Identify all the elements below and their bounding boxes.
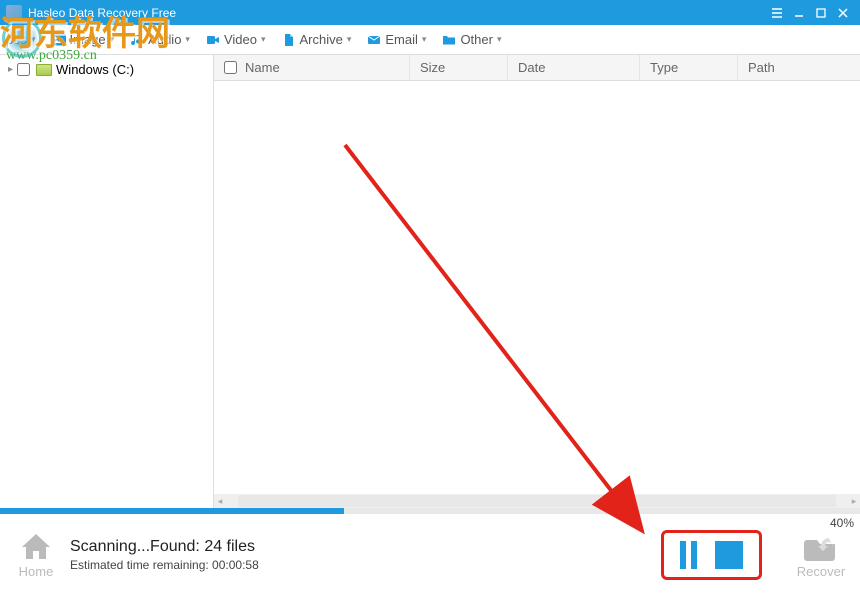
recover-icon	[803, 532, 839, 562]
scroll-left-icon[interactable]: ◂	[214, 495, 226, 507]
progress-percent: 40%	[830, 516, 854, 530]
pause-button[interactable]	[680, 541, 697, 569]
horizontal-scrollbar[interactable]: ◂ ▸	[214, 494, 860, 508]
drive-checkbox[interactable]	[17, 63, 30, 76]
menu-button[interactable]	[766, 5, 788, 21]
filter-image[interactable]: Image▾	[52, 32, 115, 47]
sidebar: ▸ Windows (C:)	[0, 55, 214, 508]
drive-label: Windows (C:)	[56, 62, 134, 77]
scan-controls-highlight	[661, 530, 762, 580]
stop-button[interactable]	[715, 541, 743, 569]
col-size[interactable]: Size	[410, 55, 508, 80]
filter-email[interactable]: Email▾	[367, 32, 426, 47]
app-icon	[6, 5, 22, 21]
pause-icon	[680, 541, 686, 569]
chevron-down-icon: ▾	[497, 34, 502, 45]
minimize-button[interactable]	[788, 5, 810, 21]
home-icon	[19, 532, 53, 562]
recover-button[interactable]: Recover	[792, 532, 850, 579]
tree-item-drive-c[interactable]: ▸ Windows (C:)	[0, 59, 213, 80]
filter-video[interactable]: Video▾	[206, 32, 266, 47]
archive-icon	[282, 33, 296, 47]
col-name[interactable]: Name	[214, 55, 410, 80]
email-icon	[367, 33, 381, 47]
folder-icon	[442, 33, 456, 47]
col-date[interactable]: Date	[508, 55, 640, 80]
filter-audio[interactable]: Audio▾	[130, 32, 190, 47]
col-path[interactable]: Path	[738, 55, 860, 80]
table-body	[214, 81, 860, 494]
home-button[interactable]: Home	[10, 532, 62, 579]
chevron-down-icon: ▾	[185, 34, 190, 45]
status-eta: Estimated time remaining: 00:00:58	[70, 558, 259, 572]
chevron-down-icon: ▾	[110, 34, 115, 45]
filter-other[interactable]: Other▾	[442, 32, 501, 47]
chevron-down-icon: ▾	[261, 34, 266, 45]
filter-archive[interactable]: Archive▾	[282, 32, 352, 47]
content-area: ▸ Windows (C:) Name Size Date Type Path …	[0, 55, 860, 508]
tree-expand-icon[interactable]: ▸	[8, 64, 13, 75]
footer: 40% Home Scanning...Found: 24 files Esti…	[0, 514, 860, 596]
image-icon	[52, 33, 66, 47]
table-header: Name Size Date Type Path	[214, 55, 860, 81]
drive-icon	[36, 64, 52, 76]
status-found: Scanning...Found: 24 files	[70, 538, 259, 556]
window-title: Hasleo Data Recovery Free	[28, 6, 766, 20]
scan-status: Scanning...Found: 24 files Estimated tim…	[70, 538, 259, 572]
video-icon	[206, 33, 220, 47]
file-list-panel: Name Size Date Type Path ◂ ▸	[214, 55, 860, 508]
chevron-down-icon: ▾	[347, 34, 352, 45]
filter-types[interactable]: pes▾	[6, 32, 36, 47]
select-all-checkbox[interactable]	[224, 61, 237, 74]
close-button[interactable]	[832, 5, 854, 21]
chevron-down-icon: ▾	[31, 34, 36, 45]
titlebar: Hasleo Data Recovery Free	[0, 0, 860, 25]
col-type[interactable]: Type	[640, 55, 738, 80]
filter-toolbar: pes▾ Image▾ Audio▾ Video▾ Archive▾ Email…	[0, 25, 860, 55]
scroll-track[interactable]	[238, 495, 836, 507]
audio-icon	[130, 33, 144, 47]
chevron-down-icon: ▾	[422, 34, 427, 45]
maximize-button[interactable]	[810, 5, 832, 21]
scroll-right-icon[interactable]: ▸	[848, 495, 860, 507]
